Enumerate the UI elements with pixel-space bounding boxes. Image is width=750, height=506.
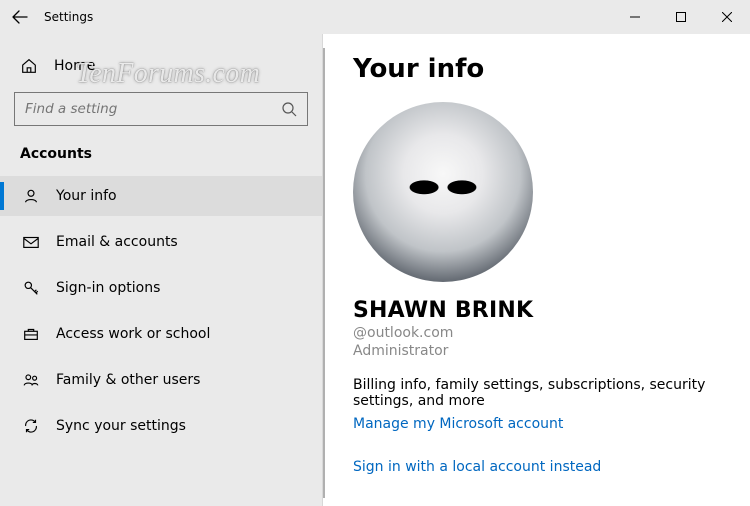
nav-label: Access work or school xyxy=(56,326,210,342)
nav-label: Family & other users xyxy=(56,372,200,388)
home-icon xyxy=(20,57,38,75)
maximize-icon xyxy=(676,12,686,22)
people-icon xyxy=(22,371,40,389)
nav-signin-options[interactable]: Sign-in options xyxy=(0,268,322,308)
nav-access-work-school[interactable]: Access work or school xyxy=(0,314,322,354)
minimize-button[interactable] xyxy=(612,0,658,34)
billing-description: Billing info, family settings, subscript… xyxy=(353,377,724,409)
nav-label: Sign-in options xyxy=(56,280,160,296)
nav-email-accounts[interactable]: Email & accounts xyxy=(0,222,322,262)
search-box[interactable] xyxy=(14,92,308,126)
nav-label: Your info xyxy=(56,188,117,204)
back-arrow-icon xyxy=(12,9,28,25)
person-icon xyxy=(22,187,40,205)
home-label: Home xyxy=(54,58,95,74)
local-account-link[interactable]: Sign in with a local account instead xyxy=(353,459,601,475)
nav-label: Sync your settings xyxy=(56,418,186,434)
manage-account-link[interactable]: Manage my Microsoft account xyxy=(353,416,563,432)
mail-icon xyxy=(22,233,40,251)
content-scrollbar[interactable] xyxy=(323,48,325,498)
nav-label: Email & accounts xyxy=(56,234,178,250)
content-pane: Your info SHAWN BRINK @outlook.com Admin… xyxy=(322,34,750,506)
sidebar: Home Accounts Your info Email & accounts xyxy=(0,34,322,506)
search-input[interactable] xyxy=(25,101,281,117)
user-avatar xyxy=(353,102,533,282)
page-title: Your info xyxy=(353,54,724,84)
titlebar: Settings xyxy=(0,0,750,34)
user-email: @outlook.com xyxy=(353,323,724,341)
user-name: SHAWN BRINK xyxy=(353,298,724,323)
nav-sync-settings[interactable]: Sync your settings xyxy=(0,406,322,446)
window-controls xyxy=(612,0,750,34)
minimize-icon xyxy=(630,12,640,22)
back-button[interactable] xyxy=(0,9,40,25)
maximize-button[interactable] xyxy=(658,0,704,34)
key-icon xyxy=(22,279,40,297)
close-button[interactable] xyxy=(704,0,750,34)
sync-icon xyxy=(22,417,40,435)
user-role: Administrator xyxy=(353,341,724,359)
nav-your-info[interactable]: Your info xyxy=(0,176,322,216)
briefcase-icon xyxy=(22,325,40,343)
close-icon xyxy=(722,12,732,22)
window-title: Settings xyxy=(40,10,93,24)
home-nav[interactable]: Home xyxy=(0,46,322,86)
nav-list: Your info Email & accounts Sign-in optio… xyxy=(0,172,322,446)
search-icon xyxy=(281,101,297,117)
nav-family-other-users[interactable]: Family & other users xyxy=(0,360,322,400)
category-heading: Accounts xyxy=(0,134,322,172)
settings-window: Settings Home xyxy=(0,0,750,506)
